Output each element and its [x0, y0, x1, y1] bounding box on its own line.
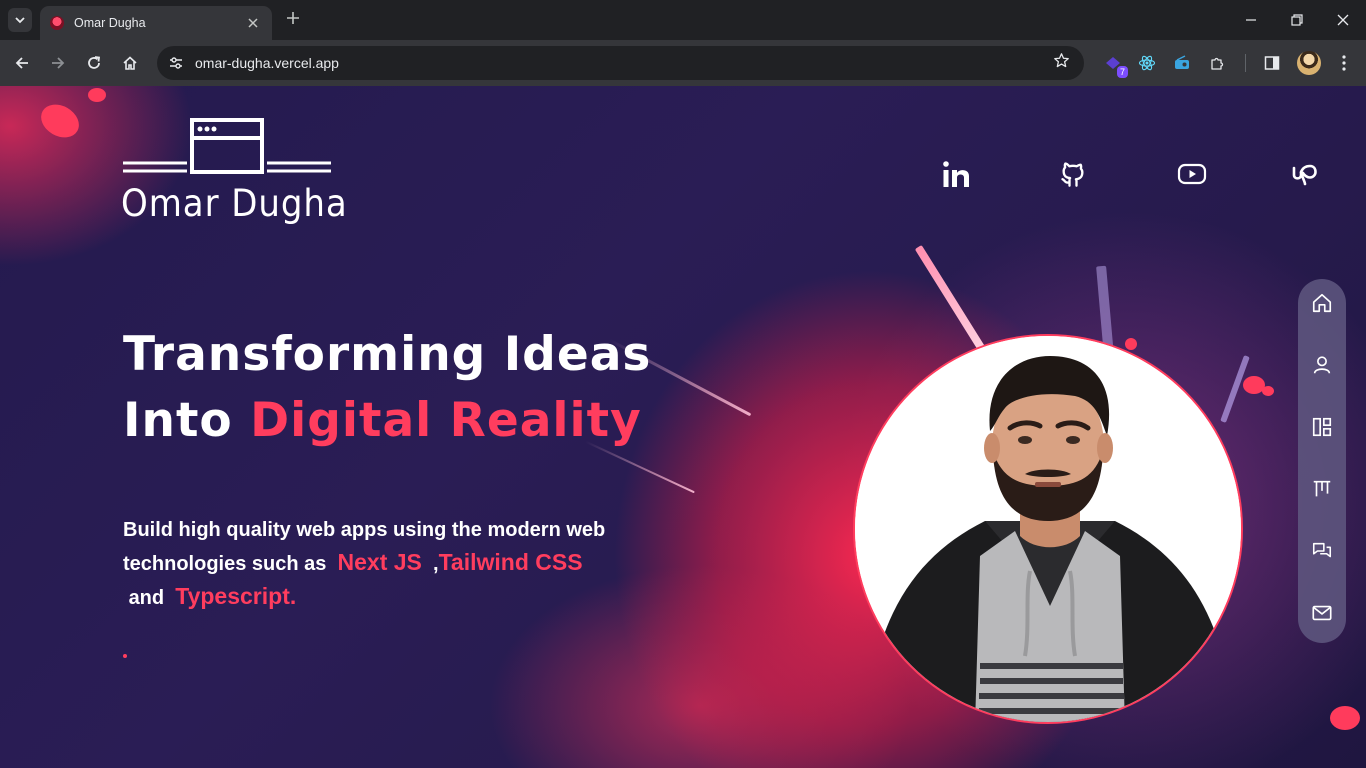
linkedin-link[interactable] [940, 158, 972, 190]
active-tab[interactable]: Omar Dugha [40, 6, 272, 40]
person-portrait-image [855, 336, 1241, 722]
restore-icon [1291, 14, 1303, 26]
timeline-icon [1313, 480, 1331, 497]
side-panel-icon [1264, 56, 1280, 70]
reload-button[interactable] [82, 51, 106, 75]
close-icon [248, 18, 258, 28]
extensions-button[interactable] [1207, 52, 1229, 74]
tune-icon [170, 57, 182, 69]
linkedin-icon [943, 161, 969, 187]
radio-icon [1175, 55, 1189, 69]
tab-close-button[interactable] [244, 15, 262, 31]
extension-badge: 7 [1116, 66, 1128, 78]
minimize-icon [1246, 19, 1256, 21]
github-link[interactable] [1057, 158, 1089, 190]
site-logo[interactable]: Omar Dugha [121, 118, 348, 228]
profile-photo [853, 334, 1243, 724]
user-icon [1313, 356, 1331, 374]
mail-icon [1312, 605, 1332, 621]
home-icon [1312, 293, 1332, 313]
youtube-icon [1177, 163, 1207, 185]
youtube-link[interactable] [1176, 158, 1208, 190]
site-info-button[interactable] [165, 52, 187, 74]
home-button[interactable] [118, 51, 142, 75]
minimize-button[interactable] [1228, 0, 1274, 40]
headline-prefix: Into [123, 393, 233, 448]
react-devtools-button[interactable] [1136, 52, 1158, 74]
chevron-down-icon [15, 17, 25, 24]
extension-button-1[interactable]: 7 [1102, 52, 1128, 78]
toolbar-divider [1245, 54, 1246, 72]
headline-accent: Digital Reality [250, 393, 642, 448]
upwork-icon [1292, 164, 1317, 186]
layout-icon [1312, 417, 1332, 437]
radio-extension-button[interactable] [1171, 52, 1193, 74]
url-text[interactable]: omar-dugha.vercel.app [195, 55, 1053, 71]
chat-icon [1312, 542, 1332, 558]
side-nav-home[interactable] [1310, 291, 1334, 315]
restore-button[interactable] [1274, 0, 1320, 40]
side-nav-contact[interactable] [1310, 601, 1334, 625]
github-icon [1061, 162, 1084, 187]
bookmark-button[interactable] [1053, 52, 1070, 74]
logo-text: Omar Dugha [121, 182, 348, 225]
side-nav-experience[interactable] [1310, 477, 1334, 501]
close-icon [1337, 14, 1349, 26]
tech-tailwind-css: Tailwind CSS [438, 549, 583, 575]
side-nav-projects[interactable] [1310, 415, 1334, 439]
browser-menu-button[interactable] [1333, 52, 1355, 74]
browser-toolbar: omar-dugha.vercel.app 7 [0, 40, 1366, 86]
kebab-menu-icon [1342, 55, 1346, 71]
browser-window-logo-icon [123, 118, 331, 174]
browser-tab-bar: Omar Dugha [0, 0, 1366, 40]
favicon-icon [50, 16, 64, 30]
close-window-button[interactable] [1320, 0, 1366, 40]
home-icon [123, 56, 137, 70]
hero-description: Build high quality web apps using the mo… [123, 514, 643, 614]
puzzle-icon [1211, 57, 1224, 70]
tech-next-js: Next JS [337, 549, 422, 575]
forward-button[interactable] [46, 51, 70, 75]
headline-line-2: Into Digital Reality [123, 388, 651, 454]
arrow-right-icon [52, 57, 65, 69]
profile-avatar[interactable] [1297, 51, 1321, 75]
decorative-dot [123, 654, 127, 658]
tab-search-button[interactable] [8, 8, 32, 32]
arrow-left-icon [15, 57, 28, 69]
back-button[interactable] [10, 51, 34, 75]
side-nav-testimonials[interactable] [1310, 539, 1334, 563]
star-icon [1054, 53, 1069, 68]
new-tab-button[interactable] [282, 8, 304, 30]
hero-headline: Transforming Ideas Into Digital Reality [123, 322, 651, 454]
headline-line-1: Transforming Ideas [123, 327, 652, 382]
plus-icon [287, 12, 299, 24]
side-panel-button[interactable] [1261, 52, 1283, 74]
tab-title: Omar Dugha [74, 16, 146, 30]
tech-typescript: Typescript. [175, 583, 297, 609]
floating-side-nav [1298, 279, 1346, 643]
side-nav-about[interactable] [1310, 353, 1334, 377]
description-and: and [128, 587, 165, 609]
portfolio-page: Omar Dugha Transforming Ideas Into Digit… [0, 86, 1366, 768]
address-bar[interactable]: omar-dugha.vercel.app [157, 46, 1084, 80]
react-icon [1138, 55, 1156, 71]
upwork-link[interactable] [1290, 158, 1322, 190]
reload-icon [88, 56, 101, 69]
